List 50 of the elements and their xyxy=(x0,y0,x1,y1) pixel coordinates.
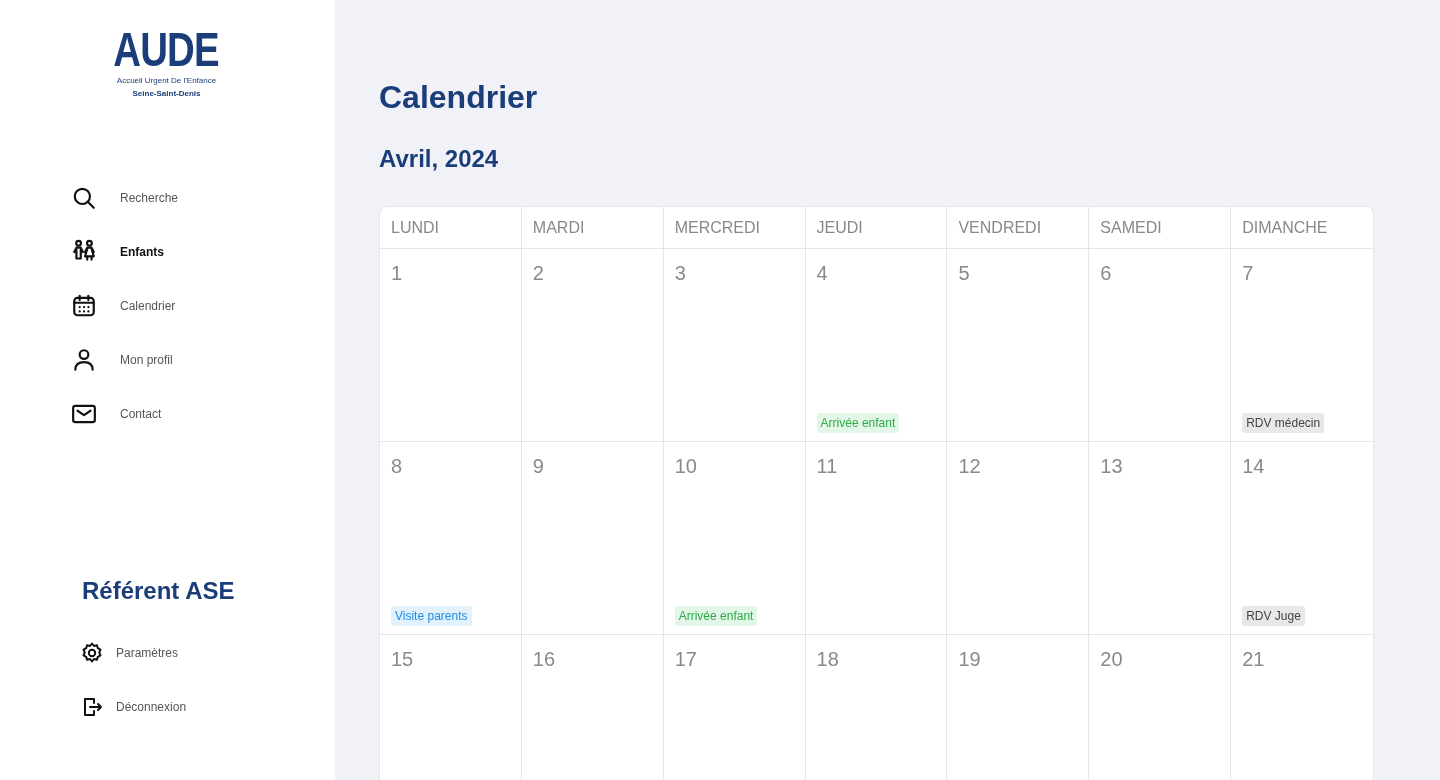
nav-item[interactable]: Contact xyxy=(68,387,335,441)
day-number: 5 xyxy=(958,261,970,285)
search-icon xyxy=(71,185,97,211)
nav-item[interactable]: Calendrier xyxy=(68,279,335,333)
day-number: 12 xyxy=(958,454,981,478)
event-tag: RDV Juge xyxy=(1242,606,1305,626)
logo-wordmark: AUDE xyxy=(113,24,220,76)
page-title: Calendrier xyxy=(379,78,539,116)
weekday-header: JEUDI xyxy=(816,217,863,238)
day-number: 8 xyxy=(391,454,403,478)
weekday-header: MARDI xyxy=(532,217,585,238)
event-tag: RDV médecin xyxy=(1242,413,1325,433)
day-number: 17 xyxy=(674,647,697,671)
day-number: 6 xyxy=(1100,261,1112,285)
event-tag: Arrivée enfant xyxy=(674,606,758,626)
weekday-header: MERCREDI xyxy=(674,217,761,238)
weekday-header: SAMEDI xyxy=(1100,217,1162,238)
nav-item[interactable]: Déconnexion xyxy=(80,680,335,734)
event-tag: Visite parents xyxy=(391,606,472,626)
day-number: 20 xyxy=(1100,647,1123,671)
event-tag: Arrivée enfant xyxy=(816,413,900,433)
day-number: 9 xyxy=(532,454,544,478)
logo-department: Seine-Saint-Denis xyxy=(132,89,201,99)
day-number: 2 xyxy=(532,261,544,285)
nav-item[interactable]: Paramètres xyxy=(80,626,335,680)
gear-icon xyxy=(80,641,104,665)
weekday-header: DIMANCHE xyxy=(1242,217,1328,238)
month-title: Avril, 2024 xyxy=(379,144,500,174)
day-number: 1 xyxy=(391,261,403,285)
day-number: 10 xyxy=(674,454,697,478)
role-title: Référent ASE xyxy=(82,576,236,606)
nav-item[interactable]: Mon profil xyxy=(68,333,335,387)
nav-item[interactable]: Recherche xyxy=(68,171,335,225)
day-number: 11 xyxy=(816,454,838,478)
nav-item[interactable]: Enfants xyxy=(68,225,335,279)
day-number: 4 xyxy=(816,261,828,285)
day-number: 7 xyxy=(1242,261,1254,285)
day-number: 13 xyxy=(1100,454,1123,478)
person-icon xyxy=(71,347,97,373)
day-number: 3 xyxy=(674,261,686,285)
day-number: 15 xyxy=(391,647,414,671)
day-number: 19 xyxy=(958,647,981,671)
logo-subtitle: Accueil Urgent De l'Enfance xyxy=(116,76,217,86)
calendar-icon xyxy=(71,293,97,319)
day-number: 14 xyxy=(1242,454,1265,478)
weekday-header: LUNDI xyxy=(391,217,439,238)
weekday-header: VENDREDI xyxy=(958,217,1042,238)
day-number: 16 xyxy=(532,647,556,671)
day-number: 21 xyxy=(1242,647,1265,671)
day-number: 18 xyxy=(816,647,839,671)
